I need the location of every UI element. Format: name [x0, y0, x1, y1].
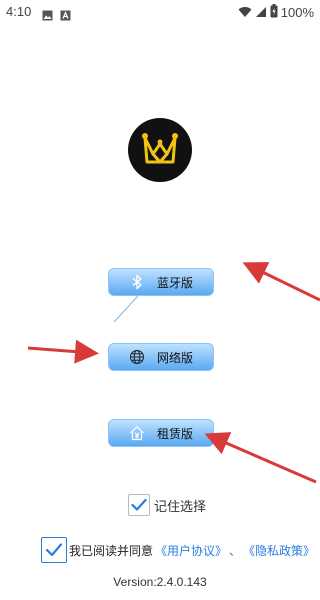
agreement-checkbox[interactable]	[41, 537, 67, 563]
agreement-prefix: 我已阅读并同意	[69, 543, 154, 558]
remember-choice-row[interactable]: 记住选择	[128, 494, 206, 516]
annotation-arrow-bottom-right	[204, 432, 317, 484]
annotation-arrow-left	[27, 339, 99, 364]
remember-checkbox[interactable]	[128, 494, 150, 516]
user-agreement-link[interactable]: 《用户协议》	[155, 542, 227, 559]
remember-label: 记住选择	[154, 499, 207, 515]
check-icon	[45, 543, 63, 557]
agreement-row: 我已阅读并同意 《用户协议》 、 《隐私政策》	[41, 537, 315, 563]
check-icon	[131, 498, 147, 511]
agreement-separator: 、	[229, 543, 242, 558]
version-text: Version:2.4.0.143	[113, 575, 207, 589]
annotation-trace-line	[113, 295, 139, 323]
privacy-policy-link[interactable]: 《隐私政策》	[243, 542, 315, 559]
annotation-arrow-top-right	[242, 262, 320, 302]
